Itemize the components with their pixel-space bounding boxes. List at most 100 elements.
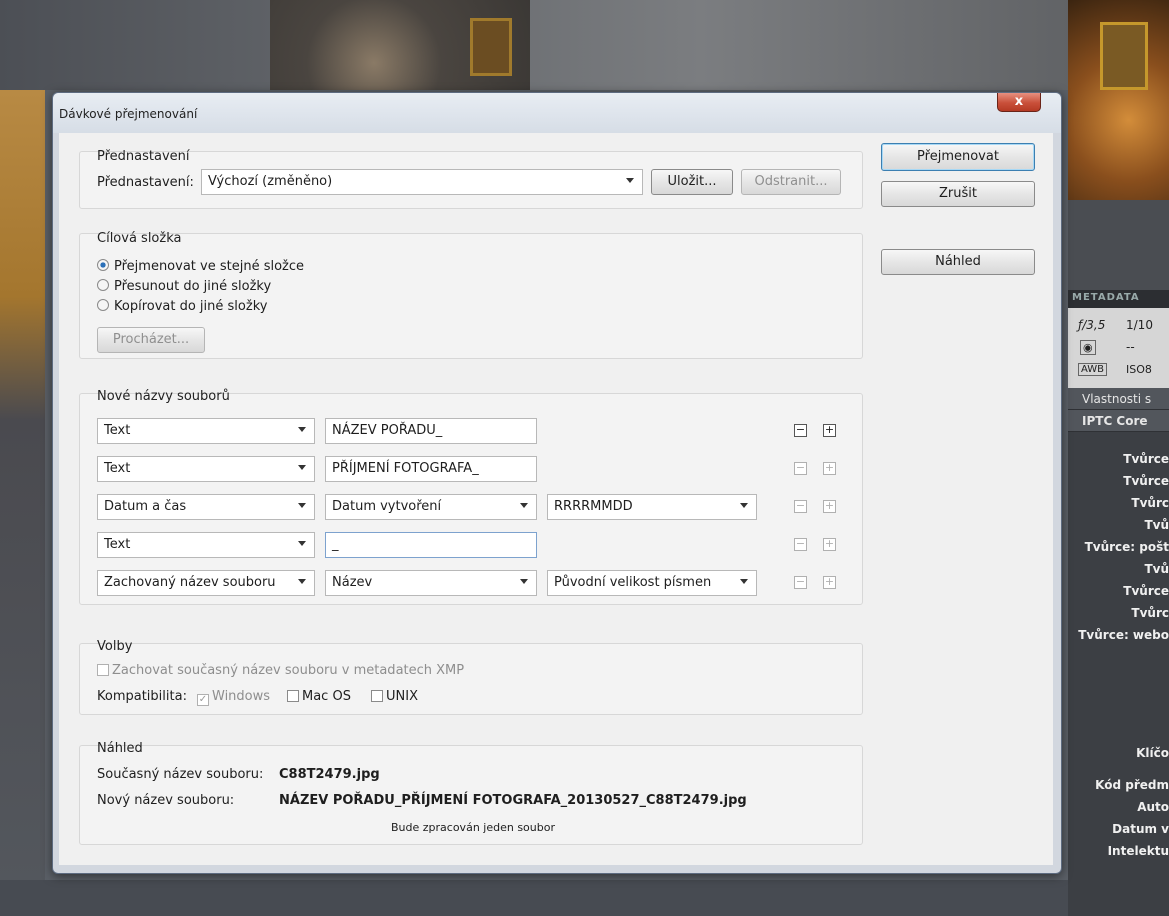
chevron-down-icon [298, 503, 306, 508]
metadata-panel: METADATA ƒ/3,5 1/10 ◉ -- AWB ISO8 Vlastn… [1068, 290, 1169, 916]
check-icon: ✓ [197, 694, 209, 706]
close-button[interactable]: x [997, 93, 1041, 112]
add-row-icon[interactable]: + [823, 538, 836, 551]
add-row-icon[interactable]: + [823, 500, 836, 513]
metadata-field: Auto [1137, 800, 1169, 814]
radio-rename-same-folder[interactable]: Přejmenovat ve stejné složce [97, 259, 304, 274]
preview-group-label: Náhled [97, 741, 143, 756]
metadata-field: Intelektu [1107, 844, 1169, 858]
remove-row-icon[interactable]: − [794, 462, 807, 475]
macos-checkbox[interactable]: Mac OS [287, 689, 351, 704]
metering-value: -- [1126, 340, 1135, 354]
metadata-tab[interactable]: METADATA [1068, 290, 1169, 308]
chevron-down-icon [520, 579, 528, 584]
keep-xmp-checkbox[interactable]: Zachovat současný název souboru v metada… [97, 663, 464, 678]
browse-button[interactable]: Procházet... [97, 327, 205, 353]
preview-button[interactable]: Náhled [881, 249, 1035, 275]
presets-select-value: Výchozí (změněno) [208, 174, 333, 189]
name-part-text-input[interactable]: _ [325, 532, 537, 558]
metering-icon: ◉ [1080, 340, 1096, 355]
name-part-text-input[interactable]: PŘÍJMENÍ FOTOGRAFA_ [325, 456, 537, 482]
name-part-type-select[interactable]: Text [97, 456, 315, 482]
metadata-field: Tvůrce [1123, 584, 1169, 598]
dialog-title: Dávkové přejmenování [59, 107, 198, 121]
background-photo-frame [470, 18, 512, 76]
remove-row-icon[interactable]: − [794, 424, 807, 437]
metadata-field: Tvůrce: pošt [1084, 540, 1169, 554]
chevron-down-icon [740, 503, 748, 508]
windows-checkbox[interactable]: ✓ Windows [197, 689, 270, 706]
name-part-type-select[interactable]: Text [97, 532, 315, 558]
right-panel-strip [1068, 200, 1169, 290]
awb-badge: AWB [1078, 363, 1108, 376]
date-format-select[interactable]: RRRRMMDD [547, 494, 757, 520]
batch-rename-dialog: Dávkové přejmenování x Přednastavení Pře… [52, 92, 1062, 874]
add-row-icon[interactable]: + [823, 576, 836, 589]
dialog-client: Přednastavení Přednastavení: Výchozí (zm… [59, 133, 1053, 865]
current-name-label: Současný název souboru: [97, 767, 264, 782]
unix-checkbox[interactable]: UNIX [371, 689, 418, 704]
name-part-type-select[interactable]: Text [97, 418, 315, 444]
iso-value: ISO8 [1126, 363, 1152, 376]
presets-label: Přednastavení: [97, 175, 194, 190]
background-left-strip [0, 90, 45, 916]
properties-section[interactable]: Vlastnosti s [1068, 388, 1169, 410]
camera-info: ƒ/3,5 1/10 ◉ -- AWB ISO8 [1068, 308, 1169, 388]
chevron-down-icon [298, 541, 306, 546]
metadata-field: Tvů [1144, 562, 1169, 576]
metadata-field: Tvůrce [1123, 474, 1169, 488]
name-part-type-select[interactable]: Datum a čas [97, 494, 315, 520]
metadata-field: Klíčo [1136, 746, 1169, 760]
current-name-value: C88T2479.jpg [279, 767, 380, 782]
destination-group-label: Cílová složka [97, 231, 182, 246]
new-name-value: NÁZEV POŘADU_PŘÍJMENÍ FOTOGRAFA_20130527… [279, 793, 747, 808]
case-select[interactable]: Původní velikost písmen [547, 570, 757, 596]
date-source-select[interactable]: Datum vytvoření [325, 494, 537, 520]
radio-copy-folder[interactable]: Kopírovat do jiné složky [97, 299, 267, 314]
checkbox-icon [371, 690, 383, 702]
preview-photo-frame [1100, 22, 1148, 90]
name-part-text-input[interactable]: NÁZEV POŘADU_ [325, 418, 537, 444]
background-bottom-strip [0, 880, 1169, 916]
remove-row-icon[interactable]: − [794, 500, 807, 513]
checkbox-icon [97, 664, 109, 676]
add-row-icon[interactable]: + [823, 424, 836, 437]
dialog-titlebar[interactable]: Dávkové přejmenování x [53, 93, 1061, 133]
name-part-type-select[interactable]: Zachovaný název souboru [97, 570, 315, 596]
iptc-core-section[interactable]: IPTC Core [1068, 410, 1169, 432]
chevron-down-icon [626, 178, 634, 183]
background-app-top [0, 0, 1169, 90]
radio-selected-icon [97, 259, 109, 271]
chevron-down-icon [520, 503, 528, 508]
aperture-value: ƒ/3,5 [1078, 318, 1106, 332]
chevron-down-icon [298, 579, 306, 584]
add-row-icon[interactable]: + [823, 462, 836, 475]
chevron-down-icon [740, 579, 748, 584]
metadata-field: Tvů [1144, 518, 1169, 532]
remove-row-icon[interactable]: − [794, 538, 807, 551]
filename-source-select[interactable]: Název [325, 570, 537, 596]
delete-preset-button[interactable]: Odstranit... [741, 169, 841, 195]
save-preset-button[interactable]: Uložit... [651, 169, 733, 195]
metadata-field: Tvůrc [1131, 496, 1169, 510]
chevron-down-icon [298, 427, 306, 432]
radio-move-folder[interactable]: Přesunout do jiné složky [97, 279, 271, 294]
metadata-field: Datum v [1112, 822, 1169, 836]
radio-icon [97, 279, 109, 291]
presets-group-label: Přednastavení [97, 149, 190, 164]
new-name-label: Nový název souboru: [97, 793, 235, 808]
metadata-field: Tvůrc [1131, 606, 1169, 620]
shutter-value: 1/10 [1126, 318, 1153, 332]
new-names-group-label: Nové názvy souborů [97, 389, 230, 404]
metadata-field: Tvůrce [1123, 452, 1169, 466]
remove-row-icon[interactable]: − [794, 576, 807, 589]
radio-icon [97, 299, 109, 311]
metadata-field: Tvůrce: webo [1078, 628, 1169, 642]
presets-select[interactable]: Výchozí (změněno) [201, 169, 643, 195]
checkbox-icon [287, 690, 299, 702]
options-group-label: Volby [97, 639, 133, 654]
rename-button[interactable]: Přejmenovat [881, 143, 1035, 171]
preview-status: Bude zpracován jeden soubor [391, 821, 555, 834]
cancel-button[interactable]: Zrušit [881, 181, 1035, 207]
chevron-down-icon [298, 465, 306, 470]
